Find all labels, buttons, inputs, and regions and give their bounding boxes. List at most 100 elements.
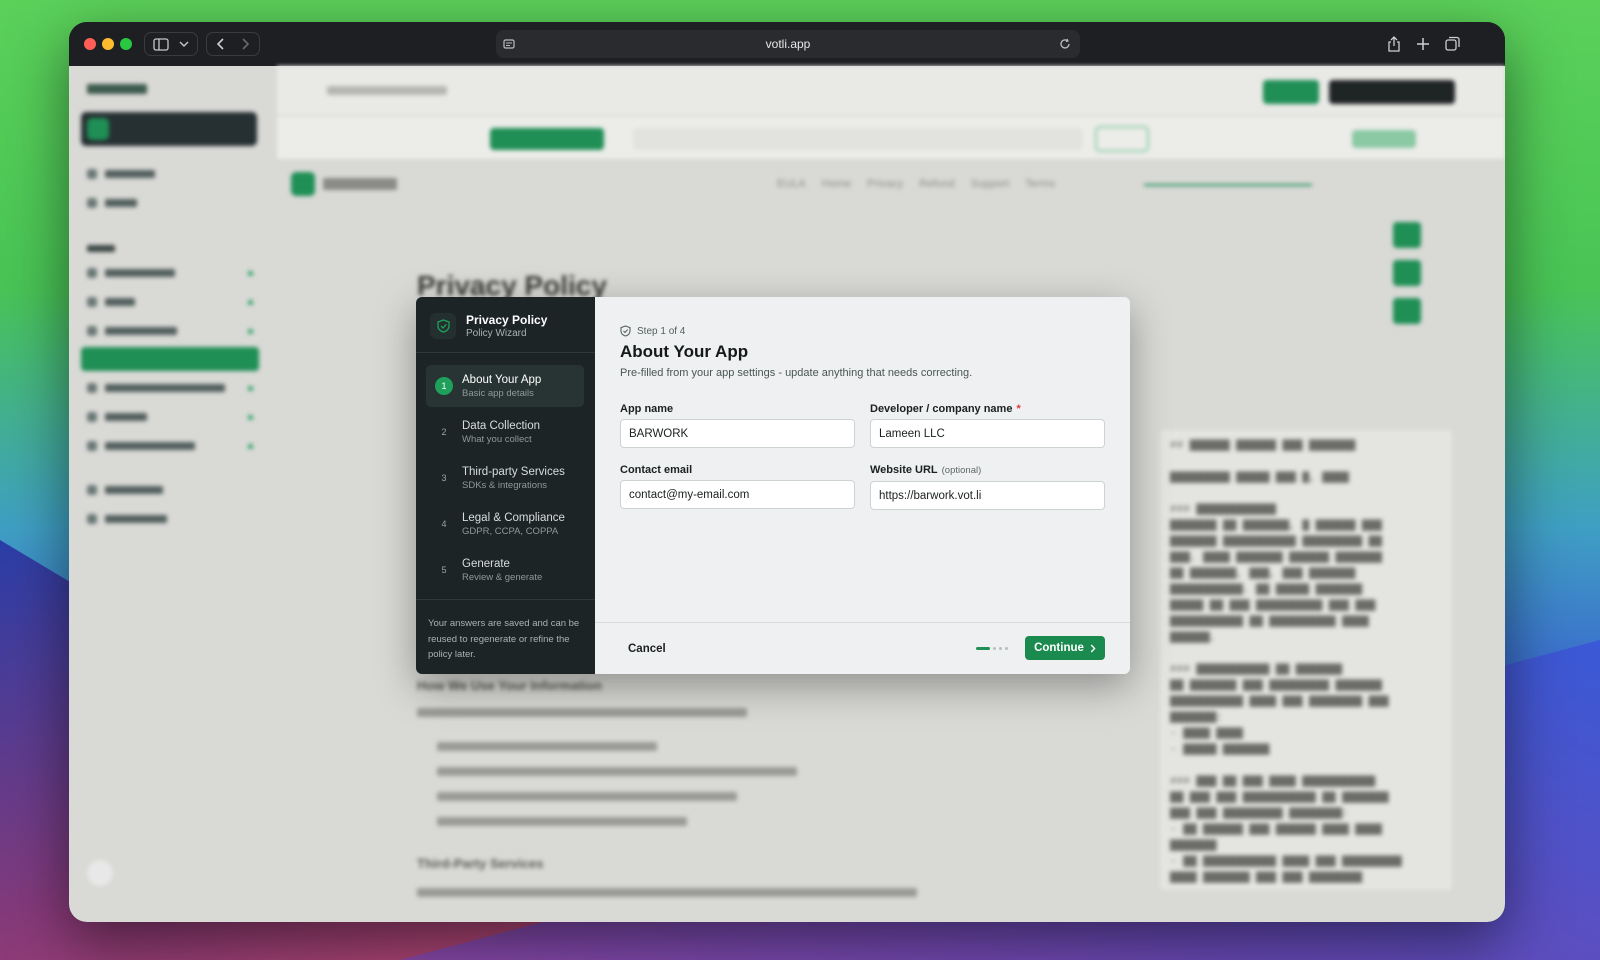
sidebar-item[interactable]: [87, 292, 259, 312]
doc-heading: How We Use Your Information: [417, 678, 602, 693]
step-subtitle: Basic app details: [462, 387, 534, 399]
continue-label: Continue: [1034, 642, 1084, 654]
site-nav-link[interactable]: EULA: [777, 178, 806, 190]
sidebar-item-active[interactable]: [81, 347, 259, 371]
wizard-step-generate[interactable]: 5 Generate Review & generate: [426, 549, 584, 591]
progress-dot-active: [976, 647, 990, 650]
browser-titlebar: votli.app: [69, 22, 1505, 66]
contact-email-label: Contact email: [620, 464, 692, 476]
progress-dot: [999, 647, 1002, 650]
sidebar-icon: [153, 37, 169, 51]
app-name-label-text: App name: [620, 403, 674, 415]
optional-tag: (optional): [941, 465, 982, 476]
wizard-step-data-collection[interactable]: 2 Data Collection What you collect: [426, 411, 584, 453]
wizard-step-third-party-services[interactable]: 3 Third-party Services SDKs & integration…: [426, 457, 584, 499]
app-name-input[interactable]: [620, 419, 855, 448]
cancel-button[interactable]: Cancel: [620, 637, 674, 661]
share-icon[interactable]: [1387, 36, 1401, 52]
wizard-subtitle: Policy Wizard: [466, 328, 527, 339]
workspace-switcher[interactable]: [81, 112, 257, 146]
sidebar-item[interactable]: [87, 436, 259, 456]
wizard-step-legal-compliance[interactable]: 4 Legal & Compliance GDPR, CCPA, COPPA: [426, 503, 584, 545]
progress-dot: [1005, 647, 1008, 650]
website-url-label-text: Website URL: [870, 464, 938, 476]
publish-button[interactable]: [1352, 130, 1416, 148]
website-url-input[interactable]: [870, 481, 1105, 510]
zoom-window-button[interactable]: [120, 38, 132, 50]
minimize-window-button[interactable]: [102, 38, 114, 50]
history-nav: [206, 32, 260, 56]
sidebar-item[interactable]: [87, 263, 259, 283]
shield-icon: [620, 325, 631, 337]
site-nav-link[interactable]: Privacy: [867, 178, 903, 190]
sidebar-section: [87, 238, 259, 258]
enabled-badge[interactable]: [1095, 126, 1149, 152]
divider: [416, 352, 595, 353]
generate-policy-button[interactable]: [490, 128, 604, 150]
continue-button[interactable]: Continue: [1025, 636, 1105, 660]
path-field[interactable]: [633, 128, 1083, 150]
contact-email-input[interactable]: [620, 480, 855, 509]
divider: [416, 599, 595, 600]
new-tab-icon[interactable]: [1416, 37, 1430, 51]
progress-dots: [976, 647, 1008, 650]
step-subtitle: Review & generate: [462, 571, 543, 583]
close-window-button[interactable]: [84, 38, 96, 50]
site-nav-link[interactable]: Home: [822, 178, 851, 190]
step-title: Legal & Compliance: [462, 511, 565, 524]
divider: [595, 622, 1130, 623]
site-nav: EULA Home Privacy Refund Support Terms: [777, 178, 1055, 190]
wizard-title: Privacy Policy: [466, 313, 548, 327]
required-marker: *: [1016, 403, 1021, 415]
wizard-content: Step 1 of 4 About Your App Pre-filled fr…: [595, 297, 1130, 674]
website-url-label: Website URL (optional): [870, 464, 981, 476]
wizard-header: Privacy Policy Policy Wizard: [430, 313, 547, 341]
step-title: Third-party Services: [462, 465, 565, 478]
step-title: Data Collection: [462, 419, 540, 432]
team-button[interactable]: [1329, 80, 1455, 104]
reload-icon[interactable]: [1059, 38, 1071, 50]
address-text: votli.app: [765, 37, 811, 51]
sidebar-item[interactable]: [87, 321, 259, 341]
sidebar-item[interactable]: [87, 378, 259, 398]
done-button[interactable]: [1263, 80, 1319, 104]
sidebar-item[interactable]: [87, 164, 259, 184]
wizard-sidebar: Privacy Policy Policy Wizard 1 About You…: [416, 297, 595, 674]
developer-input[interactable]: [870, 419, 1105, 448]
step-number: 2: [441, 427, 447, 437]
editor-topbar: [277, 66, 1505, 116]
site-nav-link[interactable]: Refund: [919, 178, 954, 190]
page-settings-icon[interactable]: [503, 38, 515, 50]
step-number: 5: [441, 565, 447, 575]
shield-check-icon: [436, 319, 450, 333]
step-subtitle: GDPR, CCPA, COPPA: [462, 525, 559, 537]
back-icon[interactable]: [217, 38, 225, 50]
step-number: 3: [441, 473, 447, 483]
sidebar-toggle-button[interactable]: [144, 32, 198, 56]
avatar[interactable]: [87, 860, 113, 886]
sidebar-item[interactable]: [87, 509, 259, 529]
step-number: 4: [441, 519, 447, 529]
doc-heading: Third-Party Services: [417, 856, 544, 871]
wizard-step-about-your-app[interactable]: 1 About Your App Basic app details: [426, 365, 584, 407]
site-nav-link[interactable]: Support: [971, 178, 1010, 190]
policy-wizard-modal: Privacy Policy Policy Wizard 1 About You…: [416, 297, 1130, 674]
chevron-right-icon: [1090, 644, 1096, 652]
step-title: About Your App: [462, 373, 542, 386]
editor-toolbar: [277, 116, 1505, 160]
step-indicator-text: Step 1 of 4: [637, 325, 686, 337]
tab-overview-icon[interactable]: [1445, 36, 1460, 51]
progress-dot: [993, 647, 996, 650]
wizard-logo: [430, 313, 456, 339]
forward-icon[interactable]: [241, 38, 249, 50]
sidebar-item[interactable]: [87, 193, 259, 213]
sidebar-item[interactable]: [87, 480, 259, 500]
site-nav-link[interactable]: Terms: [1025, 178, 1055, 190]
app-logo: [87, 84, 147, 94]
step-subtitle: SDKs & integrations: [462, 479, 548, 491]
sidebar-item[interactable]: [87, 407, 259, 427]
address-bar[interactable]: votli.app: [496, 30, 1080, 58]
step-indicator: Step 1 of 4: [620, 325, 685, 337]
step-number: 1: [435, 377, 453, 395]
developer-label-text: Developer / company name: [870, 403, 1013, 415]
